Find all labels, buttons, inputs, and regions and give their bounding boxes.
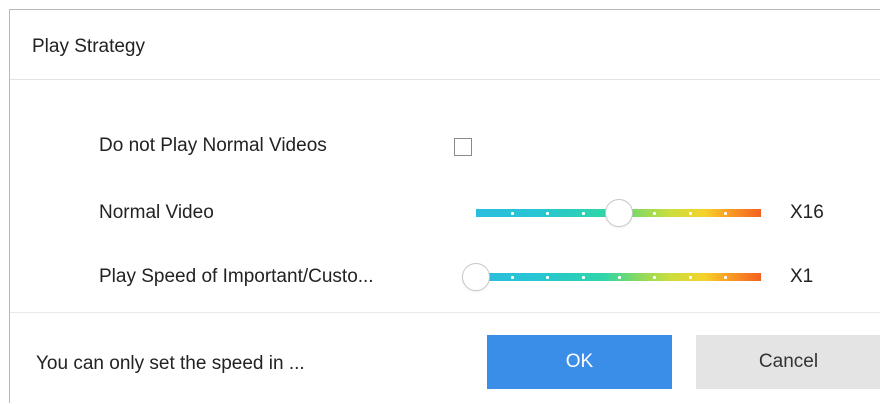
slider-tick xyxy=(688,276,692,279)
slider-thumb[interactable] xyxy=(604,199,633,227)
cancel-button[interactable]: Cancel xyxy=(696,335,880,389)
slider-tick xyxy=(546,212,550,215)
slider-thumb[interactable] xyxy=(462,263,490,291)
dialog-titlebar: Play Strategy xyxy=(10,10,880,80)
slider-tick xyxy=(724,212,728,215)
slider-tick xyxy=(581,276,585,279)
dialog-title: Play Strategy xyxy=(32,36,145,57)
normal-video-speed-slider[interactable] xyxy=(468,199,761,229)
slider-tick xyxy=(546,276,550,279)
important-speed-value: X1 xyxy=(790,266,814,287)
important-speed-slider[interactable] xyxy=(462,263,761,293)
slider-tick xyxy=(688,212,692,215)
slider-tick xyxy=(510,276,514,279)
important-speed-label: Play Speed of Important/Custo... xyxy=(99,266,374,287)
slider-tick xyxy=(653,212,657,215)
normal-video-label: Normal Video xyxy=(99,202,214,223)
do-not-play-normal-label: Do not Play Normal Videos xyxy=(99,135,327,156)
ok-button[interactable]: OK xyxy=(487,335,672,389)
slider-tick xyxy=(724,276,728,279)
slider-tick xyxy=(617,276,621,279)
dialog-footer: You can only set the speed in ... OK Can… xyxy=(10,312,880,404)
slider-tick xyxy=(510,212,514,215)
normal-video-speed-value: X16 xyxy=(790,202,824,223)
do-not-play-normal-checkbox[interactable] xyxy=(454,138,472,156)
speed-hint-text: You can only set the speed in ... xyxy=(36,353,305,374)
play-strategy-dialog: Play Strategy Do not Play Normal Videos … xyxy=(9,9,880,403)
slider-track xyxy=(476,273,761,281)
slider-tick xyxy=(653,276,657,279)
slider-tick xyxy=(581,212,585,215)
